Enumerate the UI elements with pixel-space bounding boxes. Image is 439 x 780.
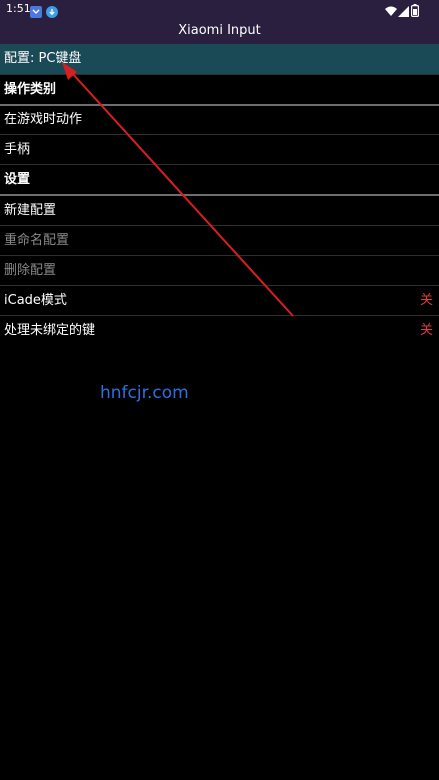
menu-item-new-config[interactable]: 新建配置 [0, 196, 439, 226]
section-header-settings: 设置 [0, 165, 439, 195]
screen: 1:51 Xiaomi Input 配置: PC键盘 操作类别 在游戏时动作 手… [0, 0, 439, 780]
menu-item-label: 新建配置 [4, 203, 57, 218]
download-icon [46, 3, 58, 18]
setting-value: 关 [419, 323, 433, 338]
section-header-action-category: 操作类别 [0, 75, 439, 105]
setting-label: iCade模式 [4, 293, 67, 308]
menu-item-delete-config: 删除配置 [0, 256, 439, 286]
setting-value: 关 [419, 293, 433, 308]
menu-item-label: 删除配置 [4, 263, 57, 278]
setting-label: 处理未绑定的键 [4, 323, 96, 338]
setting-icade-mode[interactable]: iCade模式 关 [0, 286, 439, 316]
status-time: 1:51 [6, 2, 31, 15]
config-selector-label: 配置: PC键盘 [4, 51, 82, 66]
setting-handle-unbound-keys[interactable]: 处理未绑定的键 关 [0, 316, 439, 346]
watermark-text: hnfcjr.com [100, 383, 189, 403]
section-title: 设置 [4, 172, 31, 187]
menu-item-label: 重命名配置 [4, 233, 70, 248]
app-title-bar: Xiaomi Input [0, 18, 439, 44]
menu-item-gamepad[interactable]: 手柄 [0, 135, 439, 165]
status-bar: 1:51 [0, 0, 439, 18]
app-title: Xiaomi Input [178, 23, 261, 38]
menu-item-label: 手柄 [4, 142, 31, 157]
app-notification-icon [30, 3, 42, 18]
menu-item-in-game-action[interactable]: 在游戏时动作 [0, 105, 439, 135]
config-selector-row[interactable]: 配置: PC键盘 [0, 44, 439, 74]
menu-item-label: 在游戏时动作 [4, 112, 83, 127]
menu-item-rename-config: 重命名配置 [0, 226, 439, 256]
section-title: 操作类别 [4, 82, 57, 97]
